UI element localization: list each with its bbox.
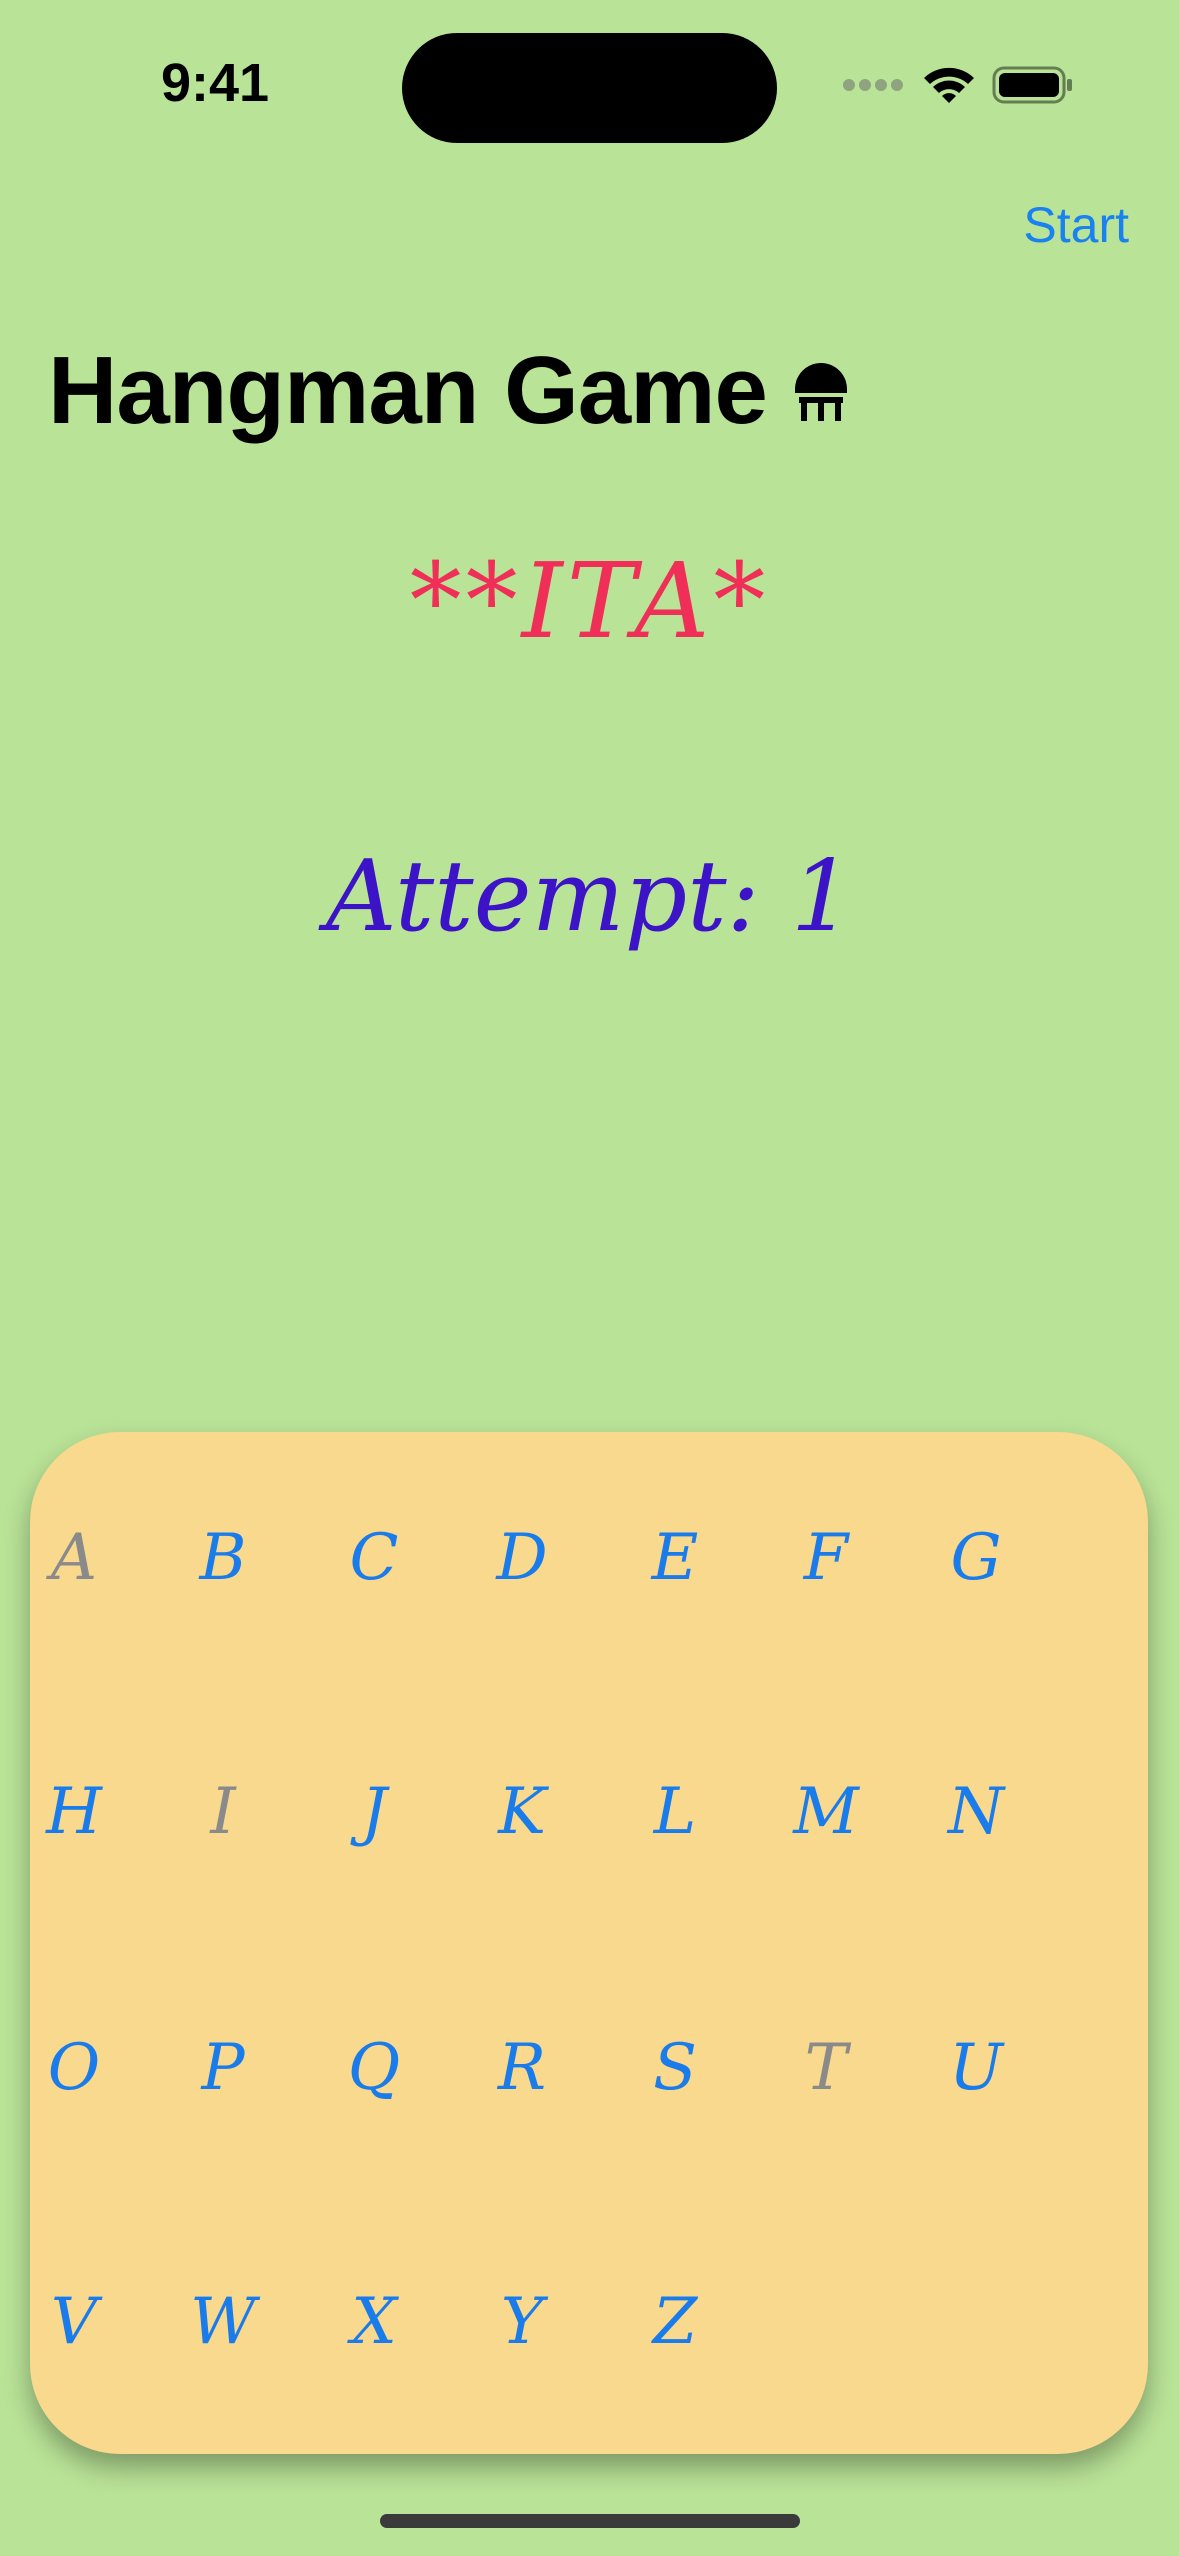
key-f[interactable]: F bbox=[771, 1503, 881, 1613]
key-v[interactable]: V bbox=[19, 2267, 129, 2377]
status-icons bbox=[842, 60, 1074, 110]
letter-keyboard: ABCDEFGHIJKLMNOPQRSTUVWXYZ bbox=[30, 1432, 1148, 2454]
masked-word: **ITA* bbox=[409, 540, 770, 662]
page-title-text: Hangman Game bbox=[48, 337, 768, 444]
key-e[interactable]: E bbox=[620, 1503, 730, 1613]
home-indicator bbox=[380, 2514, 800, 2528]
status-time: 9:41 bbox=[160, 53, 270, 113]
key-w[interactable]: W bbox=[168, 2267, 278, 2377]
key-y[interactable]: Y bbox=[467, 2267, 577, 2377]
key-q[interactable]: Q bbox=[319, 2013, 429, 2123]
attempt-counter: Attempt: 1 bbox=[325, 840, 854, 954]
key-u[interactable]: U bbox=[921, 2013, 1031, 2123]
key-z[interactable]: Z bbox=[620, 2267, 730, 2377]
key-r[interactable]: R bbox=[467, 2013, 577, 2123]
stool-icon bbox=[789, 359, 853, 423]
key-x[interactable]: X bbox=[319, 2267, 429, 2377]
battery-icon bbox=[992, 65, 1074, 105]
key-k[interactable]: K bbox=[467, 1757, 577, 1867]
key-b[interactable]: B bbox=[168, 1503, 278, 1613]
cellular-icon bbox=[842, 78, 904, 92]
key-g[interactable]: G bbox=[921, 1503, 1031, 1613]
wifi-icon bbox=[922, 65, 976, 105]
key-a: A bbox=[50, 1521, 98, 1595]
key-h[interactable]: H bbox=[19, 1757, 129, 1867]
key-o[interactable]: O bbox=[19, 2013, 129, 2123]
key-m[interactable]: M bbox=[771, 1757, 881, 1867]
key-s[interactable]: S bbox=[620, 2013, 730, 2123]
key-p[interactable]: P bbox=[168, 2013, 278, 2123]
key-l[interactable]: L bbox=[620, 1757, 730, 1867]
key-j[interactable]: J bbox=[319, 1757, 429, 1867]
key-d[interactable]: D bbox=[467, 1503, 577, 1613]
key-c[interactable]: C bbox=[319, 1503, 429, 1613]
key-t: T bbox=[804, 2031, 848, 2105]
status-bar: 9:41 bbox=[0, 0, 1179, 150]
dynamic-island bbox=[402, 33, 777, 143]
key-n[interactable]: N bbox=[921, 1757, 1031, 1867]
start-button[interactable]: Start bbox=[1023, 196, 1129, 254]
key-i: I bbox=[210, 1775, 236, 1849]
page-title: Hangman Game bbox=[48, 336, 853, 446]
